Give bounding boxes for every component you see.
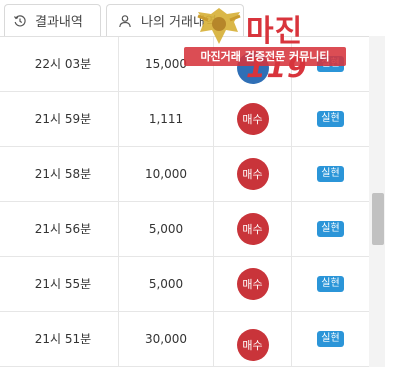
trade-amount: 30,000 (119, 311, 214, 366)
trade-amount: 5,000 (119, 256, 214, 311)
status-badge: 실현 (317, 330, 344, 347)
buy-badge: 매수 (236, 157, 269, 190)
buy-badge: 매수 (236, 102, 269, 135)
trade-status: 실현 (292, 256, 369, 311)
trade-side: 매수 (214, 146, 292, 201)
trade-amount: 15,000 (119, 37, 214, 91)
buy-badge: 매수 (236, 267, 269, 300)
buy-badge: 매수 (236, 328, 269, 361)
tab-my-trades[interactable]: 나의 거래내역 (106, 4, 244, 36)
side-badge (236, 51, 269, 84)
trade-side (214, 37, 292, 91)
history-icon (14, 15, 26, 27)
trade-time: 21시 55분 (0, 256, 119, 311)
trade-time: 21시 59분 (0, 91, 119, 146)
trade-side: 매수 (214, 311, 292, 366)
table-row: 22시 03분 15,000 실현 (0, 37, 369, 92)
status-badge: 실현 (317, 275, 344, 292)
trade-time: 22시 03분 (0, 37, 119, 91)
trade-amount: 5,000 (119, 201, 214, 256)
table-row: 21시 51분 30,000 매수 실현 (0, 311, 369, 367)
table-row: 21시 55분 5,000 매수 실현 (0, 256, 369, 312)
table-row: 21시 59분 1,111 매수 실현 (0, 91, 369, 147)
trade-status: 실현 (292, 91, 369, 146)
user-icon (119, 15, 131, 28)
trade-side: 매수 (214, 256, 292, 311)
table-row: 21시 56분 5,000 매수 실현 (0, 201, 369, 257)
trade-status: 실현 (292, 37, 369, 91)
table-row: 21시 58분 10,000 매수 실현 (0, 146, 369, 202)
trade-status: 실현 (292, 201, 369, 256)
trade-status: 실현 (292, 146, 369, 201)
trade-status: 실현 (292, 311, 369, 366)
trade-amount: 1,111 (119, 91, 214, 146)
trade-time: 21시 56분 (0, 201, 119, 256)
trade-side: 매수 (214, 91, 292, 146)
scrollbar-thumb[interactable] (372, 193, 384, 245)
tab-label: 나의 거래내역 (141, 15, 217, 30)
tab-results-history[interactable]: 결과내역 (4, 4, 101, 36)
status-badge: 실현 (317, 220, 344, 237)
trade-amount: 10,000 (119, 146, 214, 201)
trade-time: 21시 51분 (0, 311, 119, 366)
status-badge: 실현 (317, 110, 344, 127)
trade-time: 21시 58분 (0, 146, 119, 201)
right-gutter (385, 36, 405, 367)
status-badge: 실현 (317, 165, 344, 182)
tab-label: 결과내역 (35, 15, 83, 30)
trade-history-table: 22시 03분 15,000 실현 21시 59분 1,111 매수 실현 21… (0, 36, 369, 368)
status-badge: 실현 (317, 55, 344, 72)
buy-badge: 매수 (236, 212, 269, 245)
tab-bar: 결과내역 나의 거래내역 (0, 0, 405, 36)
trade-side: 매수 (214, 201, 292, 256)
